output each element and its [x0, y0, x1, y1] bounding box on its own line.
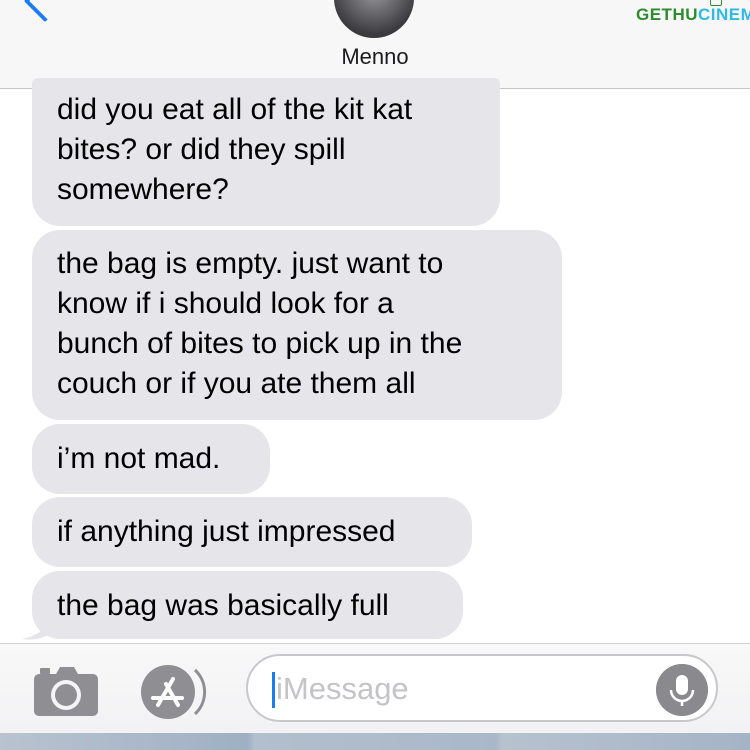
conversation-header: Menno GETHUCINEMA — [0, 0, 750, 89]
message-bubble[interactable]: the bag is empty. just want to know if i… — [32, 230, 562, 420]
message-text-line: bunch of bites to pick up in the — [57, 327, 463, 360]
message-bubble[interactable]: if anything just impressed — [32, 497, 472, 567]
contact-name[interactable]: Menno — [0, 44, 750, 70]
microphone-icon[interactable] — [656, 664, 708, 716]
message-bubble[interactable]: did you eat all of the kit kat bites? or… — [32, 78, 500, 226]
film-icon — [710, 0, 722, 6]
watermark-text-part2: CINEMA — [698, 5, 750, 24]
watermark-text-part1: GETHU — [636, 5, 698, 24]
contact-avatar[interactable] — [334, 0, 414, 38]
message-text-line: the bag is empty. just want to — [57, 247, 444, 280]
bubble-tail — [22, 615, 58, 640]
message-input-bar: iMessage — [0, 643, 750, 734]
message-text-line: i’m not mad. — [57, 442, 221, 475]
text-cursor — [272, 672, 275, 708]
app-store-icon[interactable] — [140, 664, 212, 720]
camera-icon[interactable] — [34, 666, 98, 716]
message-text-line: know if i should look for a — [57, 287, 394, 320]
imessage-input[interactable]: iMessage — [246, 654, 718, 722]
message-text-line: couch or if you ate them all — [57, 367, 416, 400]
watermark-logo: GETHUCINEMA — [636, 0, 750, 28]
back-chevron-icon[interactable] — [23, 0, 67, 23]
message-bubble[interactable]: i’m not mad. — [32, 424, 270, 494]
message-text-line: did you eat all of the kit kat — [57, 93, 413, 126]
message-text-line: the bag was basically full — [57, 589, 389, 622]
message-text-line: bites? or did they spill — [57, 133, 346, 166]
input-placeholder: iMessage — [276, 671, 409, 706]
app-drawer-strip[interactable] — [0, 733, 750, 750]
message-text-line: somewhere? — [57, 173, 229, 206]
message-text-line: if anything just impressed — [57, 515, 396, 548]
message-bubble[interactable]: the bag was basically full — [32, 571, 463, 639]
